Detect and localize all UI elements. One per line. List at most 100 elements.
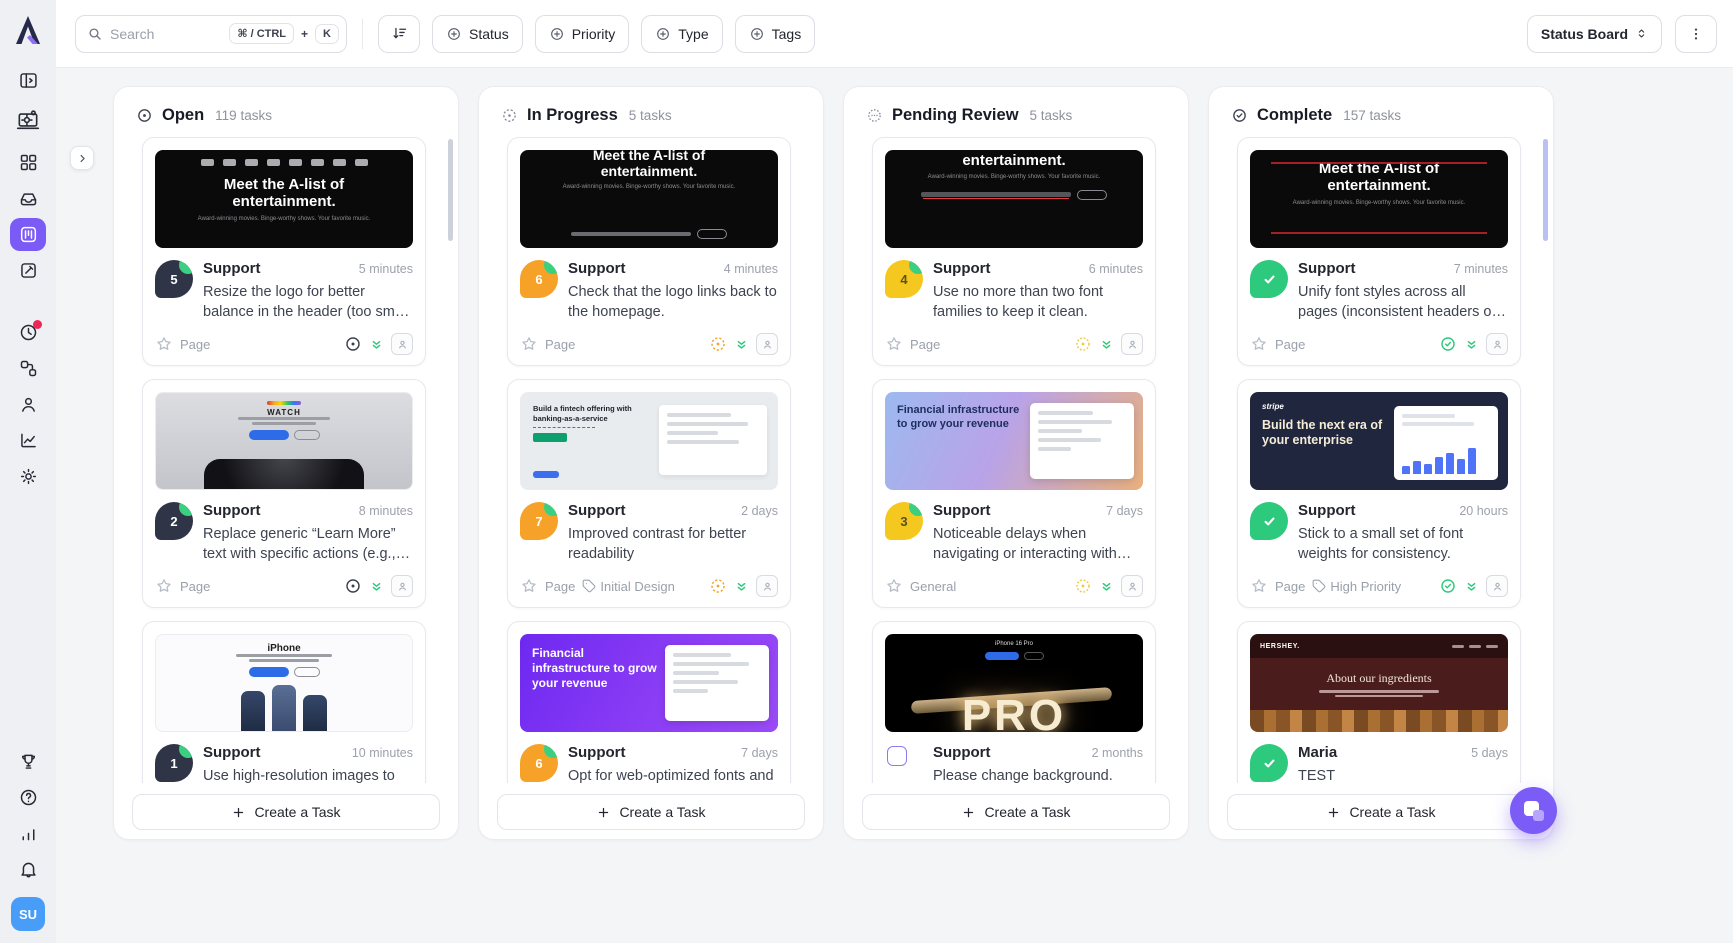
task-count-badge: 2	[155, 502, 193, 540]
time-tracking-icon[interactable]	[10, 316, 46, 349]
plus-icon	[596, 805, 611, 820]
task-source: Support	[1298, 502, 1356, 519]
favorite-star-icon[interactable]	[520, 577, 538, 595]
workspace-device-icon[interactable]	[10, 100, 46, 140]
favorite-star-icon[interactable]	[155, 577, 173, 595]
task-card[interactable]: iPhone 16 Pro PRO	[872, 621, 1156, 783]
notes-clipboard-icon[interactable]	[10, 254, 46, 287]
task-checkbox[interactable]	[887, 746, 907, 766]
task-card[interactable]: Meet the A-list of entertainment. Award-…	[507, 137, 791, 366]
column-in-progress-header: In Progress 5 tasks	[479, 87, 823, 133]
create-task-button[interactable]: Create a Task	[132, 794, 440, 830]
search-box[interactable]: ⌘ / CTRL + K	[75, 15, 347, 53]
assignee-placeholder[interactable]	[391, 333, 413, 355]
view-selector-button[interactable]: Status Board	[1527, 15, 1662, 53]
priority-chevrons-icon[interactable]	[734, 337, 749, 352]
more-options-button[interactable]	[1675, 15, 1717, 53]
task-card[interactable]: Build a fintech offering with banking-as…	[507, 379, 791, 608]
expand-panel-button[interactable]	[70, 146, 94, 170]
priority-chevrons-icon[interactable]	[1464, 579, 1479, 594]
task-card[interactable]: entertainment. Award-winning movies. Bin…	[872, 137, 1156, 366]
assignee-placeholder[interactable]	[391, 575, 413, 597]
status-pending-icon[interactable]	[1074, 577, 1092, 595]
task-tag[interactable]: High Priority	[1312, 579, 1401, 594]
settings-gear-icon[interactable]	[10, 460, 46, 493]
users-icon[interactable]	[10, 388, 46, 421]
priority-chevrons-icon[interactable]	[1464, 337, 1479, 352]
notification-dot	[33, 320, 42, 329]
status-pending-icon[interactable]	[1074, 335, 1092, 353]
filter-type-button[interactable]: Type	[641, 15, 722, 53]
filter-status-button[interactable]: Status	[432, 15, 523, 53]
priority-chevrons-icon[interactable]	[734, 579, 749, 594]
priority-chevrons-icon[interactable]	[1099, 337, 1114, 352]
user-avatar[interactable]: SU	[11, 897, 45, 931]
task-thumbnail: Build a fintech offering with banking-as…	[520, 392, 778, 490]
favorite-star-icon[interactable]	[885, 335, 903, 353]
kanban-board-icon[interactable]	[10, 218, 46, 251]
task-age: 8 minutes	[359, 504, 413, 518]
help-icon[interactable]	[10, 781, 46, 814]
integrations-nodes-icon[interactable]	[10, 352, 46, 385]
task-done-badge	[1250, 744, 1288, 782]
favorite-star-icon[interactable]	[1250, 335, 1268, 353]
analytics-line-chart-icon[interactable]	[10, 424, 46, 457]
favorite-star-icon[interactable]	[520, 335, 538, 353]
create-task-button[interactable]: Create a Task	[862, 794, 1170, 830]
status-complete-icon[interactable]	[1439, 577, 1457, 595]
task-card[interactable]: Financial infrastructure to grow your re…	[872, 379, 1156, 608]
sort-button[interactable]	[378, 15, 420, 53]
task-card[interactable]: Meet the A-list of entertainment. Award-…	[142, 137, 426, 366]
priority-chevrons-icon[interactable]	[1099, 579, 1114, 594]
plus-icon	[1326, 805, 1341, 820]
task-source: Support	[933, 260, 991, 277]
filter-tags-button[interactable]: Tags	[735, 15, 816, 53]
inbox-icon[interactable]	[10, 182, 46, 215]
status-open-icon[interactable]	[344, 335, 362, 353]
favorite-star-icon[interactable]	[155, 335, 173, 353]
assignee-placeholder[interactable]	[756, 575, 778, 597]
status-open-icon[interactable]	[344, 577, 362, 595]
app-window: SU ⌘ / CTRL + K Status Priority	[0, 0, 1733, 943]
task-description: Check that the logo links back to the ho…	[568, 282, 778, 322]
assignee-placeholder[interactable]	[1486, 333, 1508, 355]
create-task-button[interactable]: Create a Task	[1227, 794, 1535, 830]
task-card[interactable]: Meet the A-list of entertainment. Award-…	[1237, 137, 1521, 366]
status-in-progress-icon[interactable]	[709, 577, 727, 595]
priority-chevrons-icon[interactable]	[369, 337, 384, 352]
status-complete-icon[interactable]	[1439, 335, 1457, 353]
notifications-bell-icon[interactable]	[10, 853, 46, 886]
column-scrollbar[interactable]	[448, 139, 453, 241]
assignee-placeholder[interactable]	[1121, 575, 1143, 597]
app-logo-icon[interactable]	[10, 10, 46, 50]
usage-bar-chart-icon[interactable]	[10, 817, 46, 850]
task-source: Support	[568, 260, 626, 277]
chat-widget-button[interactable]	[1510, 787, 1557, 834]
task-source: Support	[933, 502, 991, 519]
task-card[interactable]: iPhone 1 Support 10 minutes	[142, 621, 426, 783]
favorite-star-icon[interactable]	[885, 577, 903, 595]
column-complete: Complete 157 tasks Meet the A-list of en…	[1208, 86, 1554, 840]
search-input[interactable]	[110, 26, 222, 42]
shortcut-key-chip: K	[315, 24, 339, 44]
task-count-badge: 3	[885, 502, 923, 540]
task-tag[interactable]: Initial Design	[582, 579, 674, 594]
task-card[interactable]: WATCH 2 Support 8 minutes	[142, 379, 426, 608]
task-card[interactable]: stripe Build the next era of your enterp…	[1237, 379, 1521, 608]
assignee-placeholder[interactable]	[756, 333, 778, 355]
task-card[interactable]: HERSHEY. About our ingredients	[1237, 621, 1521, 783]
assignee-placeholder[interactable]	[1486, 575, 1508, 597]
assignee-placeholder[interactable]	[1121, 333, 1143, 355]
tag-icon	[1312, 579, 1326, 593]
column-scrollbar[interactable]	[1543, 139, 1548, 241]
person-icon	[761, 580, 774, 593]
priority-chevrons-icon[interactable]	[369, 579, 384, 594]
filter-priority-button[interactable]: Priority	[535, 15, 630, 53]
dashboard-grid-icon[interactable]	[10, 146, 46, 179]
create-task-button[interactable]: Create a Task	[497, 794, 805, 830]
achievements-trophy-icon[interactable]	[10, 745, 46, 778]
sidebar-toggle-icon[interactable]	[10, 64, 46, 97]
status-in-progress-icon[interactable]	[709, 335, 727, 353]
favorite-star-icon[interactable]	[1250, 577, 1268, 595]
task-card[interactable]: Financial infrastructure to grow your re…	[507, 621, 791, 783]
